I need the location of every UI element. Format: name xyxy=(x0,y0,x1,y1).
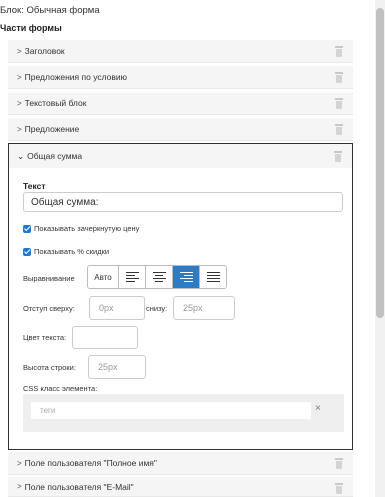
part-row[interactable]: > Заголовок xyxy=(8,40,353,63)
part-row[interactable]: > Предложения по условию xyxy=(8,66,353,89)
part-label: Заголовок xyxy=(24,46,65,56)
alignment-label: Выравнивание xyxy=(23,274,75,283)
block-title: Блок: Обычная форма xyxy=(0,5,100,16)
alignment-button-group: Авто xyxy=(87,265,227,289)
trash-icon[interactable] xyxy=(334,72,344,83)
line-height-label: Высота строки: xyxy=(23,363,76,372)
align-left-button[interactable] xyxy=(118,266,145,288)
line-height-input[interactable]: 25px xyxy=(88,355,146,379)
align-center-button[interactable] xyxy=(145,266,172,288)
align-auto-button[interactable]: Авто xyxy=(88,266,118,288)
align-right-button[interactable] xyxy=(172,266,199,288)
align-right-icon xyxy=(179,271,193,283)
expanded-part-label: Общая сумма xyxy=(27,151,83,161)
strikethrough-checkbox-label: Показывать зачеркнутую цену xyxy=(34,224,140,233)
offset-top-input[interactable]: 0px xyxy=(89,296,145,320)
trash-icon[interactable] xyxy=(334,458,344,469)
text-color-input[interactable] xyxy=(72,326,138,349)
strikethrough-checkbox[interactable] xyxy=(23,224,31,233)
trash-icon[interactable] xyxy=(334,46,344,57)
text-field-label: Текст xyxy=(23,181,46,191)
chevron-right-icon: > xyxy=(17,482,22,491)
chevron-right-icon: > xyxy=(17,458,22,468)
chevron-right-icon: > xyxy=(17,98,22,108)
chevron-right-icon: > xyxy=(17,124,22,134)
part-label: Текстовый блок xyxy=(24,98,87,108)
part-label: Предложения по условию xyxy=(24,72,128,82)
offset-bottom-input[interactable]: 25px xyxy=(173,296,235,320)
expanded-part-header[interactable]: ⌄ Общая сумма xyxy=(9,144,352,168)
tags-input[interactable]: теги xyxy=(31,402,311,419)
part-label: Предложение xyxy=(24,124,80,134)
text-input[interactable]: Общая сумма: xyxy=(23,192,343,212)
part-label: Поле пользователя "E-Mail" xyxy=(24,481,134,492)
part-row[interactable]: > Поле пользователя "E-Mail" xyxy=(8,477,353,497)
chevron-right-icon: > xyxy=(17,46,22,56)
chevron-right-icon: > xyxy=(17,72,22,82)
text-input-value: Общая сумма: xyxy=(31,196,99,208)
chevron-down-icon: ⌄ xyxy=(17,150,25,161)
part-row[interactable]: > Предложение xyxy=(8,118,353,141)
part-row[interactable]: > Поле пользователя "Полное имя" xyxy=(8,452,353,475)
trash-icon[interactable] xyxy=(334,483,344,494)
scrollbar-thumb[interactable] xyxy=(376,8,384,318)
align-justify-icon xyxy=(206,271,220,283)
part-label: Поле пользователя "Полное имя" xyxy=(24,458,157,468)
section-title: Части формы xyxy=(0,23,62,33)
part-row[interactable]: > Текстовый блок xyxy=(8,92,353,115)
offset-top-label: Отступ сверху: xyxy=(23,304,75,313)
trash-icon[interactable] xyxy=(333,151,343,162)
discount-checkbox[interactable] xyxy=(23,247,31,256)
css-class-label: CSS класс элемента: xyxy=(23,384,98,393)
align-center-icon xyxy=(152,271,166,283)
css-class-tags-box: теги × xyxy=(23,394,344,432)
text-color-label: Цвет текста: xyxy=(23,333,67,342)
clear-tags-icon[interactable]: × xyxy=(315,403,321,414)
align-justify-button[interactable] xyxy=(199,266,226,288)
trash-icon[interactable] xyxy=(334,124,344,135)
discount-checkbox-row[interactable]: Показывать % скидки xyxy=(23,247,109,256)
trash-icon[interactable] xyxy=(334,98,344,109)
strikethrough-checkbox-row[interactable]: Показывать зачеркнутую цену xyxy=(23,224,139,233)
expanded-part: ⌄ Общая сумма Текст Общая сумма: Показыв… xyxy=(8,143,353,450)
discount-checkbox-label: Показывать % скидки xyxy=(34,247,110,256)
offset-bottom-label: снизу: xyxy=(146,304,168,313)
align-left-icon xyxy=(125,271,139,283)
